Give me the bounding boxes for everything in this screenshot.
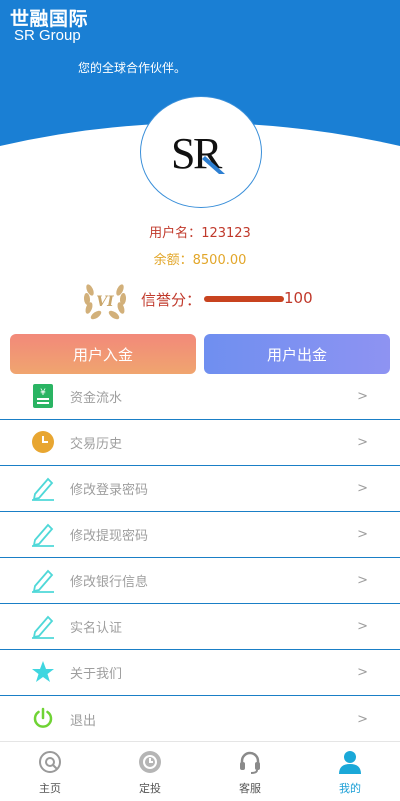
nav-label: 定投	[139, 782, 161, 795]
menu-item-about-us[interactable]: 关于我们 >	[0, 650, 400, 696]
nav-item-mine[interactable]: 我的	[300, 742, 400, 801]
menu-item-fund-flow[interactable]: ¥ 资金流水 >	[0, 374, 400, 420]
sr-logo-icon: S R	[171, 129, 225, 178]
menu-item-label: 资金流水	[70, 391, 123, 406]
menu-list: ¥ 资金流水 > 交易历史 > 修改登录密码 > 修改提现密码 > 修改银行信息…	[0, 374, 400, 742]
chevron-right-icon: >	[357, 527, 368, 542]
menu-item-real-name-verification[interactable]: 实名认证 >	[0, 604, 400, 650]
credit-label: 信誉分：	[141, 291, 202, 309]
username-label: 用户名：	[149, 226, 202, 241]
menu-item-label: 退出	[70, 713, 97, 729]
balance-label: 余额：	[153, 253, 193, 268]
chevron-right-icon: >	[357, 665, 368, 680]
menu-item-label: 修改提现密码	[70, 529, 149, 544]
menu-item-change-withdraw-password[interactable]: 修改提现密码 >	[0, 512, 400, 558]
power-icon	[30, 705, 56, 731]
vip-laurel-icon: VI	[83, 284, 127, 320]
clock-icon	[30, 429, 56, 455]
username-value: 123123	[201, 226, 251, 241]
credit-row: VI 信誉分： 100	[82, 278, 342, 320]
chevron-right-icon: >	[357, 711, 368, 727]
ledger-icon: ¥	[30, 383, 56, 409]
svg-text:¥: ¥	[40, 388, 46, 398]
svg-text:S: S	[171, 129, 195, 178]
pencil-icon	[30, 475, 56, 501]
nav-label: 客服	[239, 782, 261, 795]
bottom-nav: 主页 定投 客服 我的	[0, 741, 400, 801]
menu-item-label: 交易历史	[70, 437, 123, 452]
user-icon	[339, 751, 361, 774]
pencil-icon	[30, 521, 56, 547]
credit-score-value: 100	[284, 289, 313, 307]
chevron-right-icon: >	[357, 573, 368, 588]
profile-page: 世融国际 SR Group 您的全球合作伙伴。 S R 用户名：123123 余…	[0, 0, 400, 801]
company-logo: S R	[140, 96, 262, 208]
menu-item-label: 修改登录密码	[70, 483, 149, 498]
svg-text:VI: VI	[96, 294, 114, 310]
slogan: 您的全球合作伙伴。	[77, 61, 186, 75]
balance-value: 8500.00	[192, 253, 247, 268]
pencil-icon	[30, 567, 56, 593]
nav-item-invest[interactable]: 定投	[100, 742, 200, 801]
home-icon	[39, 751, 61, 773]
menu-item-logout[interactable]: 退出 >	[0, 696, 400, 742]
menu-item-change-login-password[interactable]: 修改登录密码 >	[0, 466, 400, 512]
star-icon	[30, 659, 56, 685]
menu-item-label: 实名认证	[70, 621, 123, 636]
username-line: 用户名：123123	[0, 222, 400, 241]
invest-icon	[139, 751, 161, 773]
chevron-right-icon: >	[357, 435, 368, 450]
chevron-right-icon: >	[357, 389, 368, 404]
nav-item-support[interactable]: 客服	[200, 742, 300, 801]
withdraw-button[interactable]: 用户出金	[204, 334, 390, 374]
nav-item-home[interactable]: 主页	[0, 742, 100, 801]
credit-score-bar	[204, 296, 284, 302]
menu-item-label: 关于我们	[70, 667, 123, 682]
pencil-icon	[30, 613, 56, 639]
nav-label: 主页	[39, 782, 61, 795]
headset-icon	[240, 751, 260, 774]
balance-line: 余额：8500.00	[0, 249, 400, 268]
brand-name-en: SR Group	[14, 27, 81, 44]
chevron-right-icon: >	[357, 619, 368, 634]
deposit-button[interactable]: 用户入金	[10, 334, 196, 374]
nav-label: 我的	[339, 782, 361, 795]
menu-item-label: 修改银行信息	[70, 575, 149, 590]
chevron-right-icon: >	[357, 481, 368, 496]
menu-item-change-bank-info[interactable]: 修改银行信息 >	[0, 558, 400, 604]
menu-item-trade-history[interactable]: 交易历史 >	[0, 420, 400, 466]
